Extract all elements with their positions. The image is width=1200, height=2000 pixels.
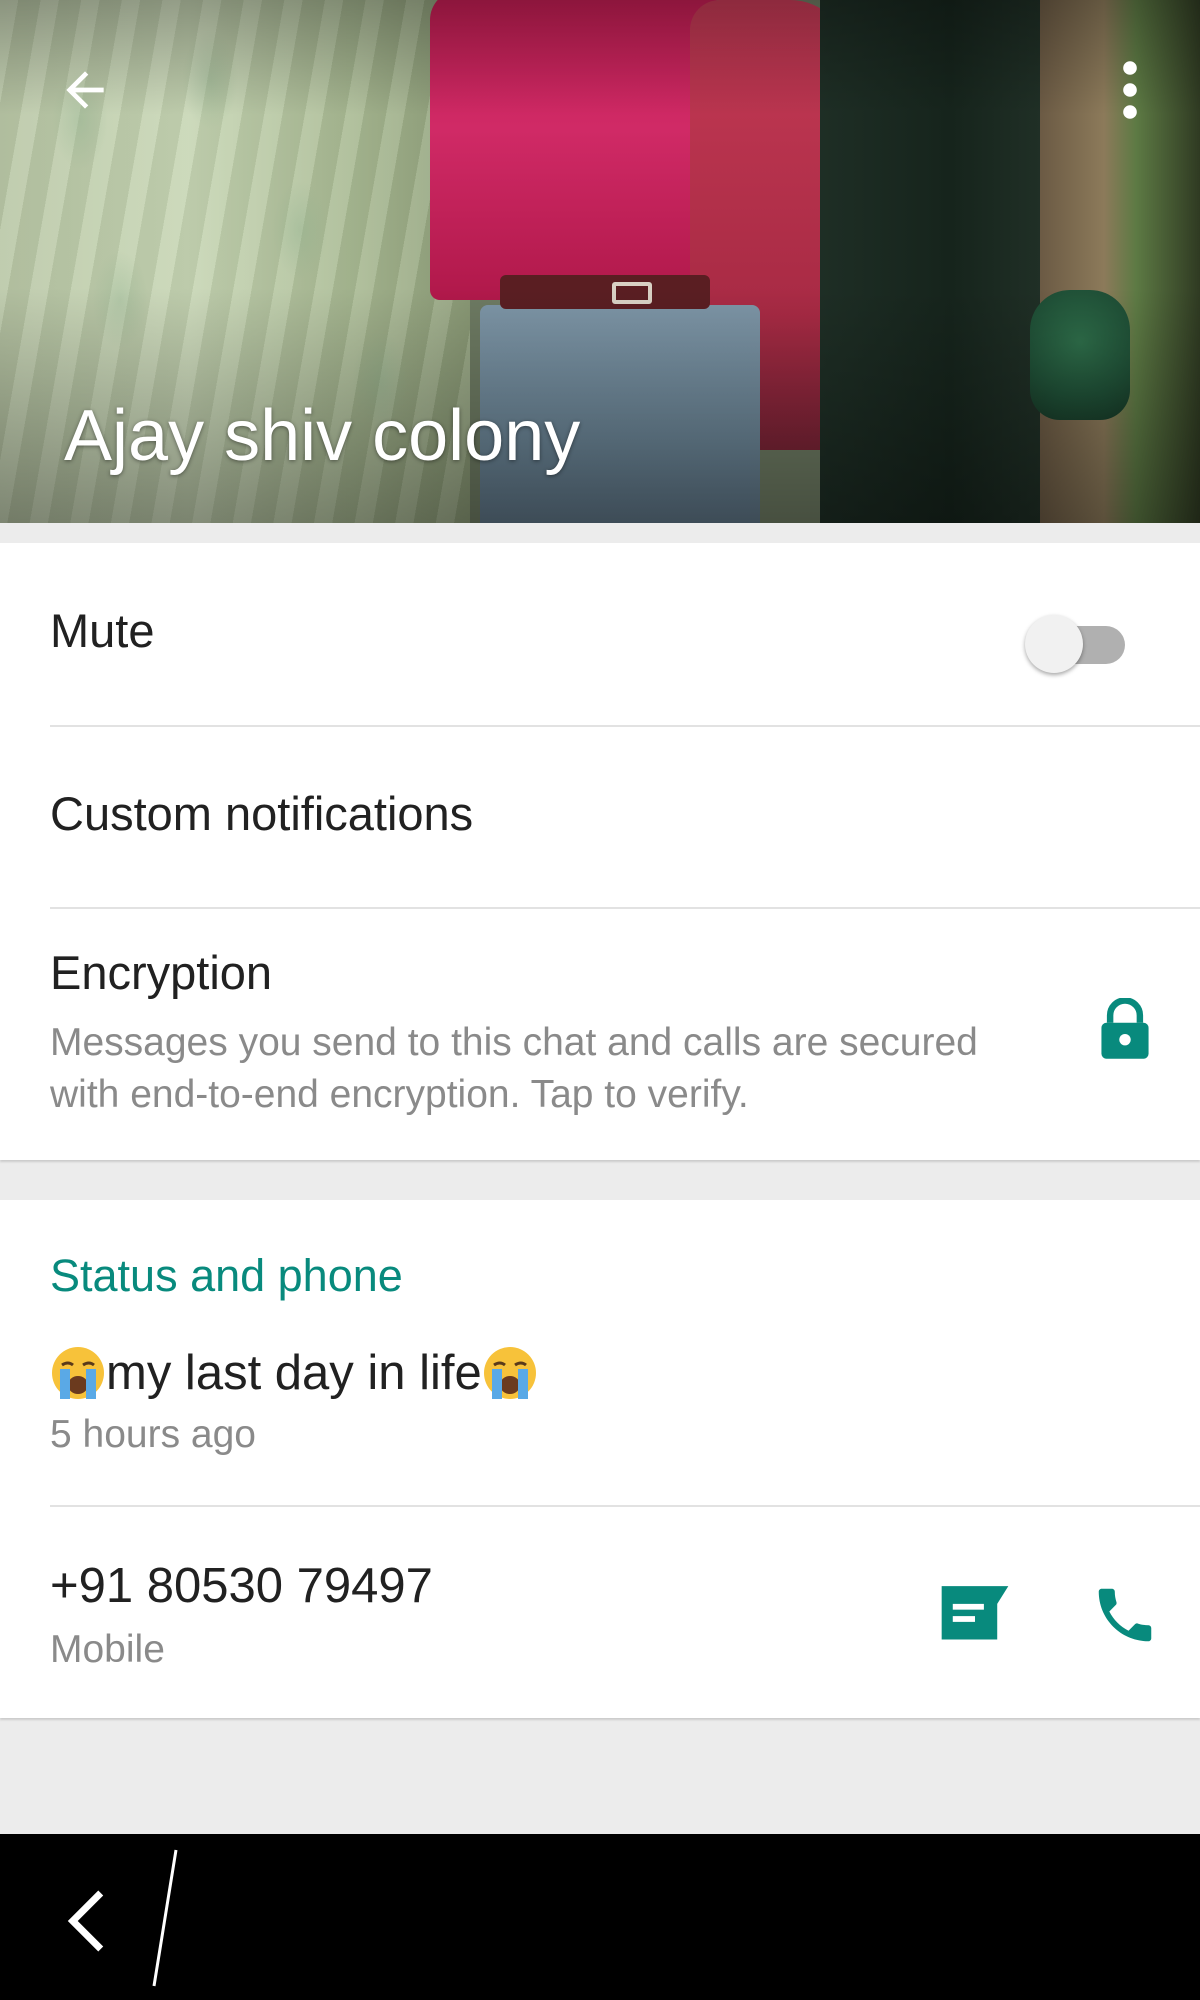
custom-notifications-row[interactable]: Custom notifications: [0, 727, 1200, 907]
divider-slash-icon: [152, 1849, 178, 1987]
contact-profile-header: Ajay shiv colony: [0, 0, 1200, 523]
more-options-button[interactable]: [1105, 50, 1155, 130]
encryption-row[interactable]: Encryption Messages you send to this cha…: [0, 909, 1200, 1159]
contact-name: Ajay shiv colony: [64, 396, 581, 476]
status-message: my last day in life: [50, 1345, 538, 1401]
lock-icon: [1101, 998, 1149, 1059]
toggle-thumb: [1025, 615, 1083, 673]
phone-icon[interactable]: [1090, 1580, 1160, 1650]
loudly-crying-face-emoji: [482, 1345, 538, 1401]
more-vert-icon: [1123, 61, 1137, 119]
custom-notifications-label: Custom notifications: [50, 787, 474, 840]
status-timestamp: 5 hours ago: [50, 1413, 256, 1456]
chevron-left-icon[interactable]: [55, 1886, 115, 1956]
message-icon[interactable]: [935, 1580, 1015, 1650]
mute-row[interactable]: Mute: [0, 543, 1200, 725]
encryption-label: Encryption: [50, 946, 273, 999]
section-title-status-and-phone: Status and phone: [50, 1250, 403, 1301]
mute-label: Mute: [50, 604, 155, 657]
mute-toggle[interactable]: [1025, 611, 1130, 673]
arrow-left-icon: [66, 71, 104, 109]
system-navigation-bar: [0, 1834, 1200, 2000]
phone-number: +91 80530 79497: [50, 1559, 433, 1613]
encryption-description: Messages you send to this chat and calls…: [50, 1021, 978, 1116]
phone-type: Mobile: [50, 1628, 165, 1671]
chat-settings-card: Mute Custom notifications Encryption Mes…: [0, 543, 1200, 1160]
back-button[interactable]: [50, 55, 120, 125]
loudly-crying-face-emoji: [50, 1345, 106, 1401]
status-phone-card: Status and phone my last day in life 5 h…: [0, 1200, 1200, 1718]
status-text: my last day in life: [106, 1346, 482, 1400]
